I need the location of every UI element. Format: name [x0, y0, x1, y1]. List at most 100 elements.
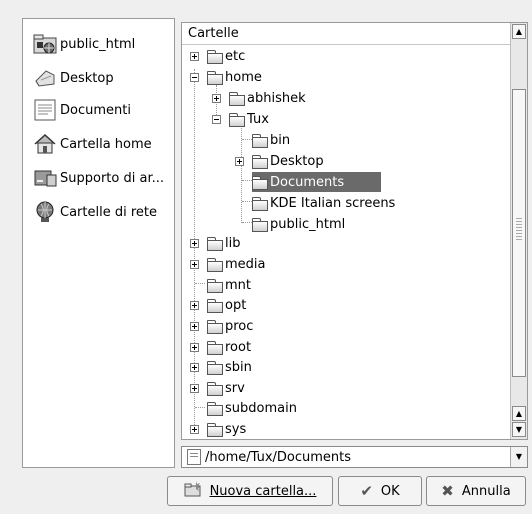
collapse-icon[interactable]	[190, 73, 199, 82]
tree-node-home[interactable]: home	[190, 67, 262, 87]
tree-node-desktop[interactable]: Desktop	[235, 151, 324, 171]
expand-icon[interactable]	[190, 301, 199, 310]
tree-node-mnt[interactable]: mnt	[207, 275, 251, 295]
node-label: srv	[225, 380, 245, 396]
scrollbar-thumb[interactable]	[512, 89, 526, 377]
folder-icon	[207, 319, 223, 334]
folder-icon	[207, 278, 223, 293]
expand-icon[interactable]	[190, 425, 199, 434]
expand-icon[interactable]	[190, 239, 199, 248]
node-label: opt	[225, 297, 247, 313]
scroll-up-button-bottom[interactable]: ▲	[512, 406, 526, 421]
expand-icon[interactable]	[212, 94, 221, 103]
tree-node-srv[interactable]: srv	[190, 378, 245, 398]
locked-folder-icon	[207, 340, 223, 355]
tree-node-opt[interactable]: opt	[190, 295, 246, 315]
place-desktop[interactable]: Desktop	[33, 65, 114, 91]
collapse-icon[interactable]	[212, 115, 221, 124]
new-folder-label: Nuova cartella...	[209, 483, 317, 499]
tree-connector	[242, 139, 252, 140]
storage-icon	[33, 166, 57, 190]
folder-icon	[207, 70, 223, 85]
desktop-folder-icon	[252, 154, 268, 169]
expand-icon[interactable]	[190, 343, 199, 352]
new-folder-button[interactable]: Nuova cartella...	[167, 476, 333, 506]
ok-label: OK	[380, 483, 400, 499]
home-icon	[33, 132, 57, 156]
folder-icon	[207, 298, 223, 313]
tree-node-sys[interactable]: sys	[190, 419, 246, 439]
tree-node-subdomain[interactable]: subdomain	[207, 398, 297, 418]
node-label: root	[225, 339, 252, 355]
tree-connector	[242, 180, 252, 181]
node-label: etc	[225, 48, 246, 64]
document-icon	[33, 98, 57, 122]
node-label: abhishek	[247, 90, 306, 106]
tree-scrollbar[interactable]: ▲ ▲ ▼	[510, 23, 527, 439]
node-label: bin	[270, 132, 291, 148]
place-label: Cartella home	[60, 136, 152, 152]
tree-header[interactable]: Cartelle	[182, 23, 512, 45]
folder-icon	[252, 133, 268, 148]
expand-icon[interactable]	[190, 363, 199, 372]
expand-icon[interactable]	[235, 157, 244, 166]
node-label: KDE Italian screens	[270, 195, 396, 211]
tree-connector	[195, 407, 205, 408]
folder-icon	[207, 257, 223, 272]
folder-icon	[207, 381, 223, 396]
check-icon: ✔	[360, 482, 373, 500]
tree-node-documents-selected[interactable]: Documents	[252, 172, 381, 192]
folder-icon	[252, 217, 268, 232]
place-label: Documenti	[60, 102, 131, 118]
tree-node-etc[interactable]: etc	[190, 46, 245, 66]
tree-node-abhishek[interactable]: abhishek	[212, 88, 306, 108]
folder-icon	[229, 112, 245, 127]
expand-icon[interactable]	[190, 384, 199, 393]
tree-node-tux[interactable]: Tux	[212, 109, 269, 129]
desktop-icon	[33, 66, 57, 90]
folder-tree[interactable]: Cartelle etc home abhishek Tux bin Deskt…	[181, 22, 528, 440]
folder-icon	[207, 49, 223, 64]
scroll-down-button[interactable]: ▼	[512, 422, 526, 437]
cancel-button[interactable]: ✖ Annulla	[426, 476, 526, 506]
path-value: /home/Tux/Documents	[205, 449, 352, 465]
place-home[interactable]: Cartella home	[33, 131, 152, 157]
places-panel: public_html Desktop Documenti Cartella h…	[22, 18, 175, 468]
tree-connector	[242, 222, 252, 223]
dropdown-arrow-icon[interactable]: ▼	[510, 447, 527, 467]
expand-icon[interactable]	[190, 52, 199, 61]
tree-node-public-html[interactable]: public_html	[252, 214, 345, 234]
grip-icon	[516, 218, 522, 240]
place-documenti[interactable]: Documenti	[33, 97, 131, 123]
tree-node-media[interactable]: media	[190, 254, 266, 274]
node-label: public_html	[270, 216, 346, 232]
node-label: Desktop	[270, 153, 324, 169]
expand-icon[interactable]	[190, 322, 199, 331]
scroll-up-button[interactable]: ▲	[512, 24, 526, 39]
close-icon: ✖	[441, 482, 454, 500]
document-icon	[187, 449, 201, 465]
tree-node-kde-italian-screens[interactable]: KDE Italian screens	[252, 193, 395, 213]
place-public-html[interactable]: public_html	[33, 31, 135, 57]
network-icon	[33, 200, 57, 224]
node-label: lib	[225, 235, 241, 251]
node-label: media	[225, 256, 266, 272]
expand-icon[interactable]	[190, 260, 199, 269]
tree-node-bin[interactable]: bin	[252, 130, 290, 150]
place-label: Desktop	[60, 70, 114, 86]
node-label: sys	[225, 421, 247, 437]
cancel-label: Annulla	[461, 483, 511, 499]
tree-node-root[interactable]: root	[190, 337, 251, 357]
place-storage[interactable]: Supporto di ar...	[33, 165, 164, 191]
folder-icon	[229, 91, 245, 106]
node-label: home	[225, 69, 262, 85]
ok-button[interactable]: ✔ OK	[338, 476, 422, 506]
place-label: public_html	[60, 36, 136, 52]
node-label: proc	[225, 318, 254, 334]
place-network[interactable]: Cartelle di rete	[33, 199, 157, 225]
tree-node-proc[interactable]: proc	[190, 316, 253, 336]
folder-icon	[252, 175, 268, 190]
tree-node-lib[interactable]: lib	[190, 233, 240, 253]
path-combobox[interactable]: /home/Tux/Documents ▼	[181, 446, 528, 468]
tree-node-sbin[interactable]: sbin	[190, 357, 252, 377]
